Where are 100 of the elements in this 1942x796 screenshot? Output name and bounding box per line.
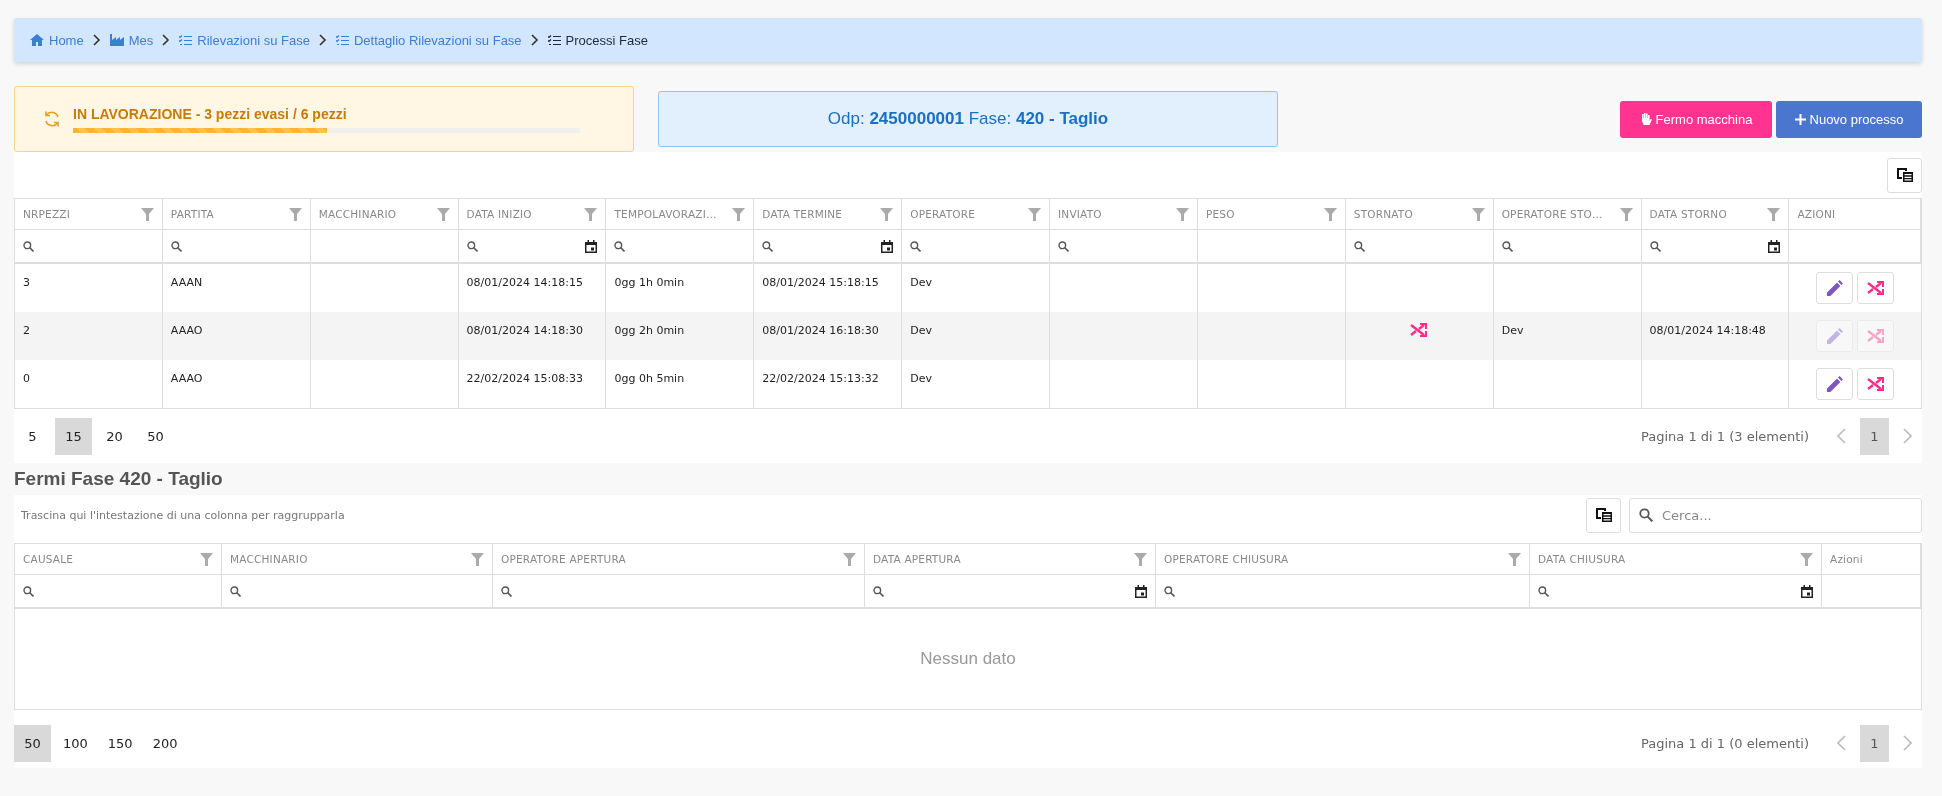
column-chooser-icon — [1595, 508, 1612, 522]
filter-icon[interactable] — [140, 207, 154, 221]
column-header: DATA CHIUSURA — [1538, 553, 1626, 565]
previous-page-icon[interactable] — [1837, 735, 1846, 751]
page-size-option[interactable]: 200 — [144, 724, 186, 762]
home-icon — [30, 34, 44, 46]
next-page-icon[interactable] — [1903, 428, 1912, 444]
shuffle-icon — [1866, 328, 1885, 344]
filter-field[interactable] — [1156, 575, 1530, 609]
pencil-icon — [1826, 280, 1843, 296]
page-size-option[interactable]: 50 — [14, 724, 51, 762]
table-cell: 08/01/2024 16:18:30 — [754, 312, 903, 360]
column-chooser-button[interactable] — [1586, 497, 1621, 533]
new-process-button[interactable]: Nuovo processo — [1776, 100, 1922, 138]
filter-icon[interactable] — [732, 207, 746, 221]
page-size-option[interactable]: 150 — [99, 724, 141, 762]
filter-icon[interactable] — [843, 552, 856, 566]
chevron-right-icon — [318, 34, 327, 46]
column-header: OPERATORE — [910, 208, 976, 220]
page-button[interactable]: 1 — [1860, 417, 1889, 455]
previous-page-icon[interactable] — [1837, 428, 1846, 444]
column-header: DATA TERMINE — [762, 208, 843, 220]
next-page-icon[interactable] — [1903, 735, 1912, 751]
calendar-icon[interactable] — [1801, 584, 1813, 598]
reverse-button[interactable] — [1857, 368, 1895, 400]
calendar-icon[interactable] — [585, 239, 598, 253]
section-title: Fermi Fase 420 - Taglio — [14, 468, 223, 490]
shuffle-icon — [1866, 376, 1885, 392]
page-size-option[interactable]: 100 — [55, 724, 96, 762]
filter-field[interactable] — [15, 230, 163, 264]
search-field[interactable]: Cerca... — [1629, 497, 1922, 533]
filter-icon[interactable] — [1175, 207, 1189, 221]
filter-icon[interactable] — [584, 207, 598, 221]
filter-icon[interactable] — [880, 207, 894, 221]
chevron-right-icon — [92, 34, 101, 46]
filter-icon[interactable] — [1323, 207, 1337, 221]
refresh-icon — [43, 110, 61, 128]
page-info: Pagina 1 di 1 (0 elementi) — [1641, 735, 1809, 751]
column-chooser-button[interactable] — [1887, 157, 1922, 193]
filter-field[interactable] — [458, 230, 607, 264]
table-cell: 08/01/2024 14:18:48 — [1641, 312, 1790, 360]
filter-icon[interactable] — [1134, 552, 1147, 566]
filter-field[interactable] — [1345, 230, 1494, 264]
column-header: MACCHINARIO — [230, 553, 308, 565]
filter-icon[interactable] — [471, 552, 484, 566]
filter-icon[interactable] — [1508, 552, 1521, 566]
column-header: MACCHINARIO — [318, 208, 397, 220]
filter-icon[interactable] — [1767, 207, 1781, 221]
checklist-icon — [547, 34, 561, 46]
column-header: Azioni — [1830, 553, 1863, 565]
edit-button[interactable] — [1816, 368, 1854, 400]
filter-field[interactable] — [1493, 230, 1642, 264]
breadcrumb-link[interactable]: Processi Fase — [547, 32, 648, 48]
hand-icon — [1639, 112, 1652, 126]
filter-field[interactable] — [15, 575, 222, 609]
column-chooser-icon — [1896, 168, 1913, 182]
calendar-icon[interactable] — [881, 239, 894, 253]
status-text: IN LAVORAZIONE - 3 pezzi evasi / 6 pezzi — [73, 105, 348, 122]
column-header: PARTITA — [170, 208, 214, 220]
filter-icon[interactable] — [200, 552, 213, 566]
filter-icon[interactable] — [1028, 207, 1042, 221]
page-button[interactable]: 1 — [1860, 724, 1889, 762]
chevron-right-icon — [530, 34, 539, 46]
filter-field[interactable] — [222, 575, 493, 609]
filter-icon[interactable] — [1471, 207, 1485, 221]
filter-field[interactable] — [162, 230, 311, 264]
filter-field[interactable] — [902, 230, 1051, 264]
column-header: DATA INIZIO — [466, 208, 532, 220]
calendar-icon[interactable] — [1768, 239, 1781, 253]
filter-field[interactable] — [865, 575, 1156, 609]
filter-icon[interactable] — [1619, 207, 1633, 221]
table-cell: 0gg 2h 0min — [606, 312, 755, 360]
page-size-option[interactable]: 5 — [14, 417, 51, 455]
pencil-icon — [1826, 376, 1843, 392]
page-size-option[interactable]: 20 — [96, 417, 133, 455]
filter-icon[interactable] — [1800, 552, 1813, 566]
table-cell: 08/01/2024 14:18:30 — [458, 312, 607, 360]
filter-field[interactable] — [1530, 575, 1822, 609]
edit-button[interactable] — [1816, 272, 1854, 304]
page-size-option[interactable]: 50 — [137, 417, 174, 455]
filter-field[interactable] — [1641, 230, 1790, 264]
table-cell: AAAO — [162, 360, 311, 408]
calendar-icon[interactable] — [1135, 584, 1147, 598]
column-header: INVIATO — [1058, 208, 1102, 220]
column-header: OPERATORE APERTURA — [501, 553, 626, 565]
checklist-icon — [179, 34, 193, 46]
filter-field[interactable] — [493, 575, 865, 609]
reverse-button[interactable] — [1857, 272, 1895, 304]
filter-icon[interactable] — [436, 207, 450, 221]
table-cell: AAAO — [162, 312, 311, 360]
table-cell: 0gg 0h 5min — [606, 360, 755, 408]
filter-field[interactable] — [754, 230, 903, 264]
column-header: DATA STORNO — [1649, 208, 1727, 220]
filter-icon[interactable] — [288, 207, 302, 221]
column-header: STORNATO — [1353, 208, 1413, 220]
page-size-option[interactable]: 15 — [55, 417, 92, 455]
filter-field[interactable] — [1050, 230, 1198, 264]
order-info: Odp: 2450000001 Fase: 420 - Taglio — [827, 109, 1109, 129]
search-icon — [1639, 507, 1653, 522]
filter-field[interactable] — [606, 230, 755, 264]
